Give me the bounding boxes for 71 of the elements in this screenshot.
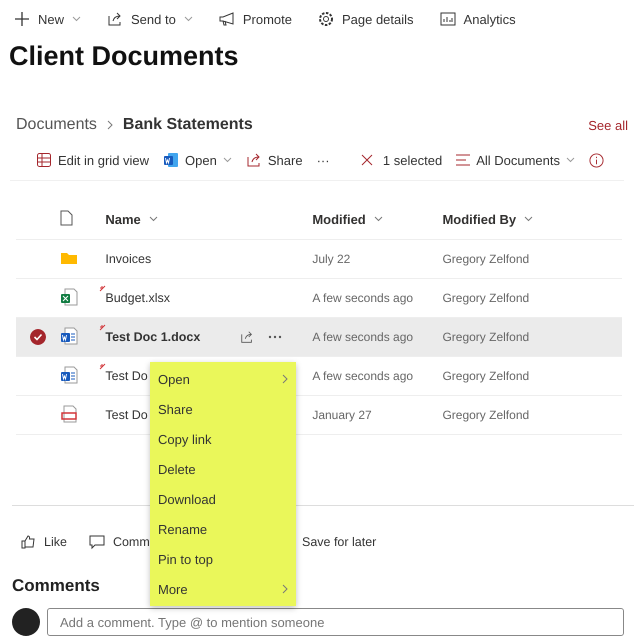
toolbar-button[interactable]: New [14, 11, 82, 27]
more-icon[interactable] [268, 335, 282, 339]
file-name-link[interactable]: Budget.xlsx [105, 291, 170, 305]
toolbar-button[interactable]: Promote [218, 11, 292, 27]
list-icon [456, 154, 470, 166]
comments-heading: Comments [12, 576, 100, 596]
file-type-icon [60, 210, 74, 226]
comment-field[interactable]: Add a comment. Type @ to mention someone [47, 608, 624, 636]
column-header[interactable]: Name [105, 212, 310, 226]
comment-icon [88, 534, 105, 550]
command-button[interactable]: ··· [316, 152, 330, 168]
megaphone-icon [218, 11, 235, 27]
share-icon [246, 152, 262, 168]
command-button[interactable]: Edit in grid view [36, 152, 150, 168]
column-header[interactable]: Modified [312, 212, 440, 226]
toolbar-button[interactable]: Send to [107, 11, 193, 27]
breadcrumb-link[interactable]: Documents [16, 116, 97, 134]
chevron-down-icon [566, 157, 575, 163]
table-cell: A few seconds ago [311, 356, 442, 396]
pdf-file-icon [60, 404, 78, 422]
menu-item[interactable]: Open [150, 364, 296, 394]
chevron-down-icon [148, 216, 158, 222]
social-button[interactable]: Comm [88, 534, 150, 550]
chevron-down-icon [374, 216, 383, 222]
close-icon [361, 154, 374, 166]
menu-item[interactable]: Download [150, 484, 296, 514]
command-button[interactable]: Open [163, 152, 232, 168]
thumbs-up-icon [20, 534, 36, 550]
toolbar-button[interactable]: Page details [318, 11, 414, 27]
spreadsheet-file-icon [60, 288, 78, 306]
command-button[interactable]: Share [246, 152, 303, 168]
file-name-link[interactable]: Invoices [105, 252, 152, 266]
word-icon [163, 152, 180, 168]
file-name-link[interactable]: Test Do [105, 408, 148, 422]
view-dropdown[interactable]: All Documents [456, 152, 575, 168]
table-cell: Gregory Zelfond [441, 356, 622, 396]
menu-item[interactable]: More [150, 574, 296, 604]
breadcrumb-current: Bank Statements [122, 116, 253, 134]
menu-item[interactable]: Delete [150, 454, 296, 484]
table-cell: A few seconds ago [311, 318, 442, 356]
word-file-icon [60, 326, 78, 344]
menu-item[interactable]: Pin to top [150, 544, 296, 574]
gear-icon [318, 11, 334, 27]
info-icon[interactable] [589, 152, 604, 168]
social-button[interactable]: Like [20, 534, 67, 550]
table-cell: Gregory Zelfond [441, 240, 622, 278]
table-cell: Gregory Zelfond [441, 318, 622, 356]
see-all-link[interactable]: See all [588, 118, 628, 132]
file-name-link[interactable]: Test Doc 1.docx [105, 330, 200, 344]
toolbar-button[interactable]: Analytics [440, 11, 516, 27]
plus-icon [14, 11, 30, 27]
menu-item[interactable]: Share [150, 394, 296, 424]
table-cell: Gregory Zelfond [441, 396, 622, 434]
word-file-icon [60, 366, 78, 384]
column-header[interactable]: Modified By [442, 212, 621, 226]
chevron-right-icon [106, 120, 113, 130]
menu-item[interactable]: Rename [150, 514, 296, 544]
chart-icon [440, 11, 456, 27]
chevron-down-icon [524, 216, 534, 222]
send-icon [107, 11, 124, 27]
table-cell: July 22 [311, 240, 442, 278]
clear-selection-button[interactable]: 1 selected [361, 152, 442, 168]
social-button[interactable]: Save for later [302, 535, 376, 549]
page-title: Client Documents [9, 41, 240, 72]
menu-item[interactable]: Copy link [150, 424, 296, 454]
table-cell: January 27 [311, 396, 442, 434]
share-icon[interactable] [240, 330, 254, 344]
grid-icon [36, 152, 52, 168]
checkmark-icon[interactable] [30, 329, 46, 345]
file-name-link[interactable]: Test Do [105, 369, 148, 383]
avatar [12, 608, 40, 636]
